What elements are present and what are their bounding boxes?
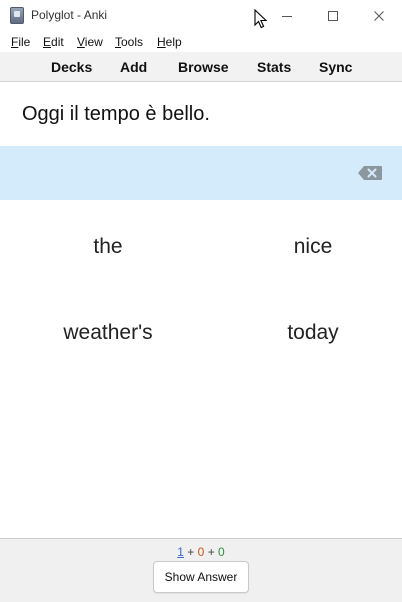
front-sentence: Oggi il tempo è bello. — [22, 103, 210, 125]
close-button[interactable] — [356, 0, 402, 31]
menu-file[interactable]: File — [11, 35, 30, 49]
window-title: Polyglot - Anki — [31, 8, 108, 22]
toolbar-add-link[interactable]: Add — [120, 59, 147, 75]
answer-input-band[interactable] — [0, 146, 402, 200]
menu-help[interactable]: Help — [157, 35, 182, 49]
count-separator: + — [187, 545, 195, 559]
learning-count: 0 — [197, 545, 205, 559]
anki-app-icon — [10, 7, 24, 24]
menu-bar: File Edit View Tools Help — [0, 31, 402, 52]
maximize-icon — [328, 10, 338, 21]
maximize-button[interactable] — [310, 0, 356, 31]
word-tile-the[interactable]: the — [38, 235, 178, 259]
toolbar-sync-link[interactable]: Sync — [319, 59, 352, 75]
menu-tools[interactable]: Tools — [115, 35, 143, 49]
word-tile-weathers[interactable]: weather's — [38, 321, 178, 345]
minimize-icon — [282, 15, 292, 17]
minimize-button[interactable] — [264, 0, 310, 31]
due-counts: 1 + 0 + 0 — [0, 545, 402, 559]
review-bottom-bar: 1 + 0 + 0 Show Answer — [0, 538, 402, 602]
word-tile-today[interactable]: today — [243, 321, 383, 345]
toolbar-stats-link[interactable]: Stats — [257, 59, 291, 75]
toolbar-decks-link[interactable]: Decks — [51, 59, 92, 75]
close-icon — [374, 10, 384, 21]
toolbar-browse-link[interactable]: Browse — [178, 59, 229, 75]
word-tile-nice[interactable]: nice — [243, 235, 383, 259]
count-separator: + — [207, 545, 215, 559]
menu-edit[interactable]: Edit — [43, 35, 64, 49]
title-bar: Polyglot - Anki — [0, 0, 402, 31]
menu-view[interactable]: View — [77, 35, 103, 49]
show-answer-button[interactable]: Show Answer — [153, 561, 249, 593]
backspace-icon[interactable] — [357, 165, 383, 181]
main-toolbar: Decks Add Browse Stats Sync — [0, 52, 402, 82]
review-count: 0 — [218, 545, 225, 559]
new-count: 1 — [177, 545, 184, 559]
